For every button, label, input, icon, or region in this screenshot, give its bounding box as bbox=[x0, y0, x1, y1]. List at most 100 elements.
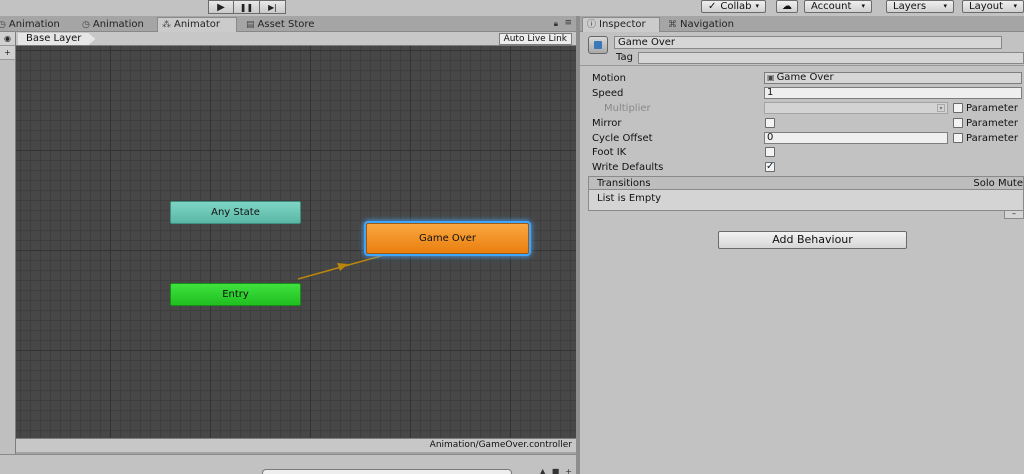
parameter-label: Parameter bbox=[966, 133, 1019, 144]
remove-transition-button[interactable]: – bbox=[1004, 210, 1024, 219]
speed-label: Speed bbox=[592, 88, 624, 99]
collab-label: Collab bbox=[720, 1, 752, 12]
tab-navigation[interactable]: ⌘ Navigation bbox=[664, 17, 738, 32]
cloud-button[interactable]: ☁ bbox=[776, 0, 798, 13]
menu-icon[interactable]: ≡ bbox=[564, 18, 572, 28]
pause-button[interactable]: ❚❚ bbox=[234, 0, 260, 14]
parameter-label: Parameter bbox=[966, 118, 1019, 129]
node-label: Game Over bbox=[418, 233, 476, 244]
cycle-offset-parameter-checkbox[interactable] bbox=[953, 133, 963, 143]
step-button[interactable]: ▶| bbox=[260, 0, 286, 14]
chevron-down-icon: ▾ bbox=[1013, 2, 1017, 10]
tab-animation-2[interactable]: ◷ Animation bbox=[78, 17, 148, 32]
animator-icon: ⁂ bbox=[162, 20, 171, 30]
parameter-label: Parameter bbox=[966, 103, 1019, 114]
mirror-label: Mirror bbox=[592, 118, 622, 129]
state-node-game-over[interactable]: Game Over bbox=[366, 223, 529, 254]
tab-animator[interactable]: ⁂ Animator bbox=[157, 17, 237, 32]
node-label: Entry bbox=[222, 289, 249, 300]
animator-breadcrumb-bar: Base Layer Auto Live Link bbox=[16, 32, 576, 46]
checkmark-icon: ✓ bbox=[766, 161, 775, 172]
animator-side-strip: ◉ + bbox=[0, 32, 16, 454]
state-node-entry[interactable]: Entry bbox=[170, 283, 301, 306]
cloud-icon: ☁ bbox=[782, 1, 792, 12]
pause-icon: ❚❚ bbox=[239, 2, 254, 12]
auto-live-link-button[interactable]: Auto Live Link bbox=[498, 33, 572, 45]
plus-icon: + bbox=[4, 48, 11, 57]
tab-label: Animation bbox=[8, 18, 60, 30]
tag-field[interactable] bbox=[638, 52, 1024, 64]
step-icon: ▶| bbox=[268, 2, 277, 12]
sort-icon[interactable]: ▲ bbox=[540, 467, 546, 474]
lock-icon[interactable]: 🔒︎ bbox=[554, 19, 558, 29]
eye-icon: ◉ bbox=[4, 34, 11, 43]
motion-field[interactable]: ▣ Game Over bbox=[764, 72, 1022, 84]
tab-inspector[interactable]: ⓘ Inspector bbox=[582, 17, 660, 32]
mirror-checkbox[interactable] bbox=[765, 118, 775, 128]
bottom-panel-bar: ▲ ■ + bbox=[0, 454, 578, 474]
foot-ik-checkbox[interactable] bbox=[765, 147, 775, 157]
play-icon: ▶ bbox=[217, 1, 225, 13]
account-dropdown[interactable]: Account ▾ bbox=[804, 0, 872, 13]
play-button[interactable]: ▶ bbox=[208, 0, 234, 14]
check-circle-icon: ✓ bbox=[708, 1, 717, 12]
tab-label: Asset Store bbox=[257, 18, 315, 30]
eye-toggle-button[interactable]: ◉ bbox=[0, 32, 15, 46]
cycle-offset-label: Cycle Offset bbox=[592, 133, 653, 144]
chevron-down-icon: ▾ bbox=[861, 2, 865, 10]
add-behaviour-button[interactable]: Add Behaviour bbox=[718, 231, 907, 249]
motion-value: Game Over bbox=[776, 72, 834, 83]
node-label: Any State bbox=[211, 207, 260, 218]
layout-dropdown[interactable]: Layout ▾ bbox=[962, 0, 1024, 13]
multiplier-parameter-checkbox[interactable] bbox=[953, 103, 963, 113]
main-toolbar: ▶ ❚❚ ▶| ✓ Collab ▾ ☁ Account ▾ Layers ▾ … bbox=[0, 0, 1024, 16]
layers-label: Layers bbox=[893, 1, 927, 12]
add-layer-button[interactable]: + bbox=[0, 46, 15, 60]
multiplier-dropdown: ▾ bbox=[764, 102, 948, 114]
controller-path: Animation/GameOver.controller bbox=[429, 440, 572, 450]
cycle-offset-field[interactable]: 0 bbox=[764, 132, 948, 144]
tab-label: Navigation bbox=[680, 18, 734, 30]
transitions-title: Transitions bbox=[597, 178, 651, 189]
motion-label: Motion bbox=[592, 73, 626, 84]
transition-arrow-icon bbox=[337, 263, 348, 271]
breadcrumb-base-layer[interactable]: Base Layer bbox=[18, 33, 95, 45]
inspector-panel: Game Over Tag Motion ▣ Game Over Speed 1… bbox=[580, 32, 1024, 474]
left-tab-bar: ◷ Animation ◷ Animation ⁂ Animator ▤ Ass… bbox=[0, 16, 578, 32]
controller-path-bar: Animation/GameOver.controller bbox=[16, 438, 576, 452]
speed-field[interactable]: 1 bbox=[764, 87, 1022, 99]
layers-dropdown[interactable]: Layers ▾ bbox=[886, 0, 954, 13]
plus-icon[interactable]: + bbox=[565, 467, 572, 474]
tab-animation-1[interactable]: ◷ Animation bbox=[0, 17, 64, 32]
animation-clip-icon: ▣ bbox=[767, 73, 775, 82]
mirror-parameter-checkbox[interactable] bbox=[953, 118, 963, 128]
inspector-header: Game Over Tag bbox=[580, 32, 1024, 66]
playback-controls: ▶ ❚❚ ▶| bbox=[208, 0, 286, 14]
state-name-field[interactable]: Game Over bbox=[614, 36, 1002, 49]
write-defaults-checkbox[interactable]: ✓ bbox=[765, 162, 775, 172]
lock-icon[interactable]: ■ bbox=[552, 467, 560, 474]
animator-graph[interactable]: Any State Entry Game Over bbox=[16, 46, 576, 438]
collab-dropdown[interactable]: ✓ Collab ▾ bbox=[701, 0, 767, 13]
transitions-list: Transitions Solo Mute List is Empty bbox=[588, 176, 1024, 211]
state-node-any-state[interactable]: Any State bbox=[170, 201, 301, 224]
chevron-down-icon: ▾ bbox=[755, 2, 760, 10]
solo-mute-header: Solo Mute bbox=[973, 178, 1023, 189]
tab-label: Inspector bbox=[599, 19, 646, 30]
navigation-icon: ⌘ bbox=[668, 19, 677, 30]
tag-label: Tag bbox=[616, 52, 633, 63]
tab-asset-store[interactable]: ▤ Asset Store bbox=[242, 17, 318, 32]
clock-icon: ◷ bbox=[82, 19, 90, 30]
chevron-down-icon: ▾ bbox=[937, 104, 945, 112]
tab-label: Animator bbox=[174, 19, 220, 30]
minus-icon: – bbox=[1012, 209, 1016, 218]
animator-state-icon bbox=[588, 36, 608, 54]
transitions-header: Transitions Solo Mute bbox=[589, 177, 1023, 190]
store-icon: ▤ bbox=[246, 19, 255, 30]
chevron-down-icon: ▾ bbox=[943, 2, 947, 10]
multiplier-label: Multiplier bbox=[604, 103, 651, 114]
foot-ik-label: Foot IK bbox=[592, 147, 627, 158]
write-defaults-label: Write Defaults bbox=[592, 162, 664, 173]
transitions-empty-text: List is Empty bbox=[597, 193, 662, 204]
search-input[interactable] bbox=[262, 469, 512, 474]
